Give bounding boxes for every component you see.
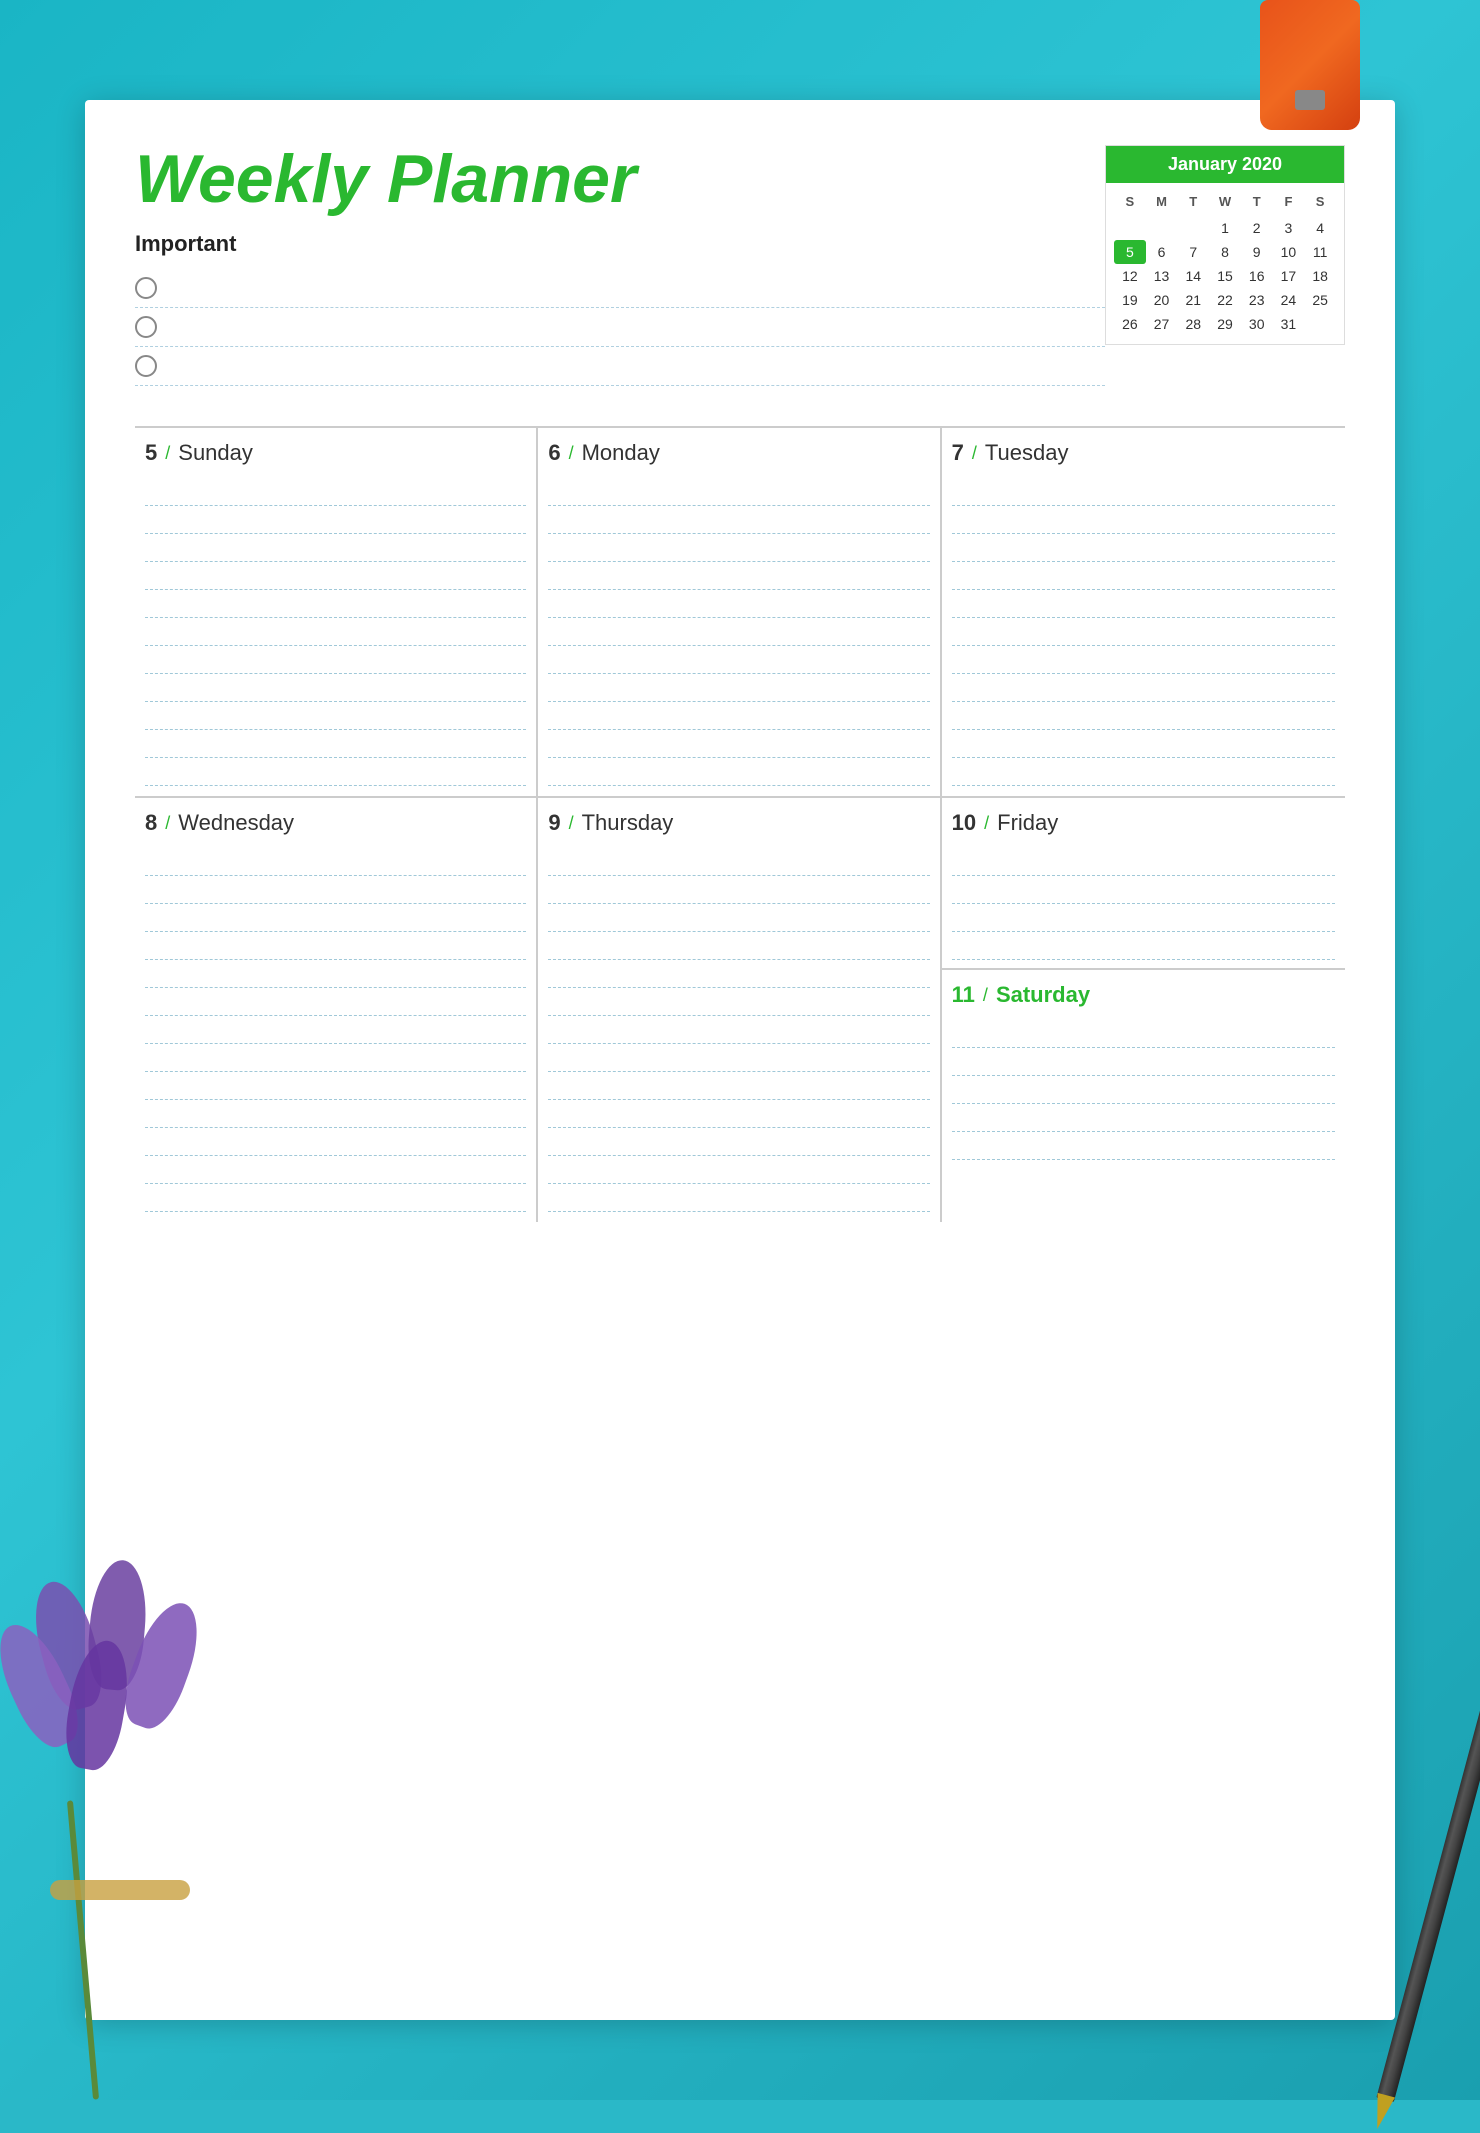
friday-lines xyxy=(952,848,1335,960)
cal-week-4: 19 20 21 22 23 24 25 xyxy=(1114,288,1336,312)
saturday-slash: / xyxy=(983,985,988,1006)
sunday-slash: / xyxy=(165,443,170,464)
saturday-header: 11 / Saturday xyxy=(952,982,1335,1008)
sunday-lines xyxy=(145,478,526,786)
day-friday-saturday-column: 10 / Friday 11 / Saturday xyxy=(942,798,1345,1222)
thursday-header: 9 / Thursday xyxy=(548,810,929,836)
day-sunday: 5 / Sunday xyxy=(135,428,538,796)
planner-header: Weekly Planner Important January xyxy=(135,145,1345,401)
wednesday-slash: / xyxy=(165,813,170,834)
monday-lines xyxy=(548,478,929,786)
tuesday-num: 7 xyxy=(952,440,964,466)
wednesday-num: 8 xyxy=(145,810,157,836)
day-monday: 6 / Monday xyxy=(538,428,941,796)
tuesday-slash: / xyxy=(972,443,977,464)
cal-label-t1: T xyxy=(1177,191,1209,212)
saturday-name: Saturday xyxy=(996,982,1090,1008)
friday-num: 10 xyxy=(952,810,976,836)
wednesday-name: Wednesday xyxy=(178,810,294,836)
cal-week-1: 1 2 3 4 xyxy=(1114,216,1336,240)
planner-page: Weekly Planner Important January xyxy=(85,100,1395,2020)
important-section: Important xyxy=(135,231,1105,386)
sunday-num: 5 xyxy=(145,440,157,466)
saturday-num: 11 xyxy=(952,982,975,1008)
monday-name: Monday xyxy=(582,440,660,466)
monday-slash: / xyxy=(569,443,574,464)
important-label: Important xyxy=(135,231,1105,257)
header-left: Weekly Planner Important xyxy=(135,145,1105,401)
wednesday-lines xyxy=(145,848,526,1212)
checkbox-1[interactable] xyxy=(135,277,157,299)
thursday-slash: / xyxy=(569,813,574,834)
cal-week-2: 5 6 7 8 9 10 11 xyxy=(1114,240,1336,264)
checkbox-row-2 xyxy=(135,308,1105,347)
cal-label-t2: T xyxy=(1241,191,1273,212)
sharpener-decoration xyxy=(1260,0,1360,130)
monday-num: 6 xyxy=(548,440,560,466)
friday-header: 10 / Friday xyxy=(952,810,1335,836)
cal-label-f: F xyxy=(1273,191,1305,212)
checkbox-list xyxy=(135,269,1105,386)
cal-label-w: W xyxy=(1209,191,1241,212)
checkbox-2[interactable] xyxy=(135,316,157,338)
cal-label-m: M xyxy=(1146,191,1178,212)
flowers-decoration xyxy=(0,1500,240,2100)
tuesday-name: Tuesday xyxy=(985,440,1069,466)
monday-header: 6 / Monday xyxy=(548,440,929,466)
wednesday-header: 8 / Wednesday xyxy=(145,810,526,836)
sunday-header: 5 / Sunday xyxy=(145,440,526,466)
days-top-row: 5 / Sunday 6 / Monday xyxy=(135,426,1345,796)
day-saturday: 11 / Saturday xyxy=(942,970,1345,1222)
calendar-grid: S M T W T F S 1 2 3 4 xyxy=(1106,183,1344,344)
cal-week-3: 12 13 14 15 16 17 18 xyxy=(1114,264,1336,288)
checkbox-3[interactable] xyxy=(135,355,157,377)
days-bottom-row: 8 / Wednesday 9 xyxy=(135,796,1345,1222)
calendar-day-labels: S M T W T F S xyxy=(1114,191,1336,212)
checkbox-row-1 xyxy=(135,269,1105,308)
day-thursday: 9 / Thursday xyxy=(538,798,941,1222)
friday-name: Friday xyxy=(997,810,1058,836)
page-title: Weekly Planner xyxy=(135,145,1105,213)
tuesday-header: 7 / Tuesday xyxy=(952,440,1335,466)
mini-calendar: January 2020 S M T W T F S 1 2 3 xyxy=(1105,145,1345,345)
thursday-num: 9 xyxy=(548,810,560,836)
tuesday-lines xyxy=(952,478,1335,786)
cal-label-s2: S xyxy=(1304,191,1336,212)
calendar-header: January 2020 xyxy=(1106,146,1344,183)
day-friday: 10 / Friday xyxy=(942,798,1345,970)
day-tuesday: 7 / Tuesday xyxy=(942,428,1345,796)
friday-slash: / xyxy=(984,813,989,834)
checkbox-row-3 xyxy=(135,347,1105,386)
cal-label-s1: S xyxy=(1114,191,1146,212)
saturday-lines xyxy=(952,1020,1335,1160)
thursday-lines xyxy=(548,848,929,1212)
day-wednesday: 8 / Wednesday xyxy=(135,798,538,1222)
sunday-name: Sunday xyxy=(178,440,253,466)
cal-week-5: 26 27 28 29 30 31 xyxy=(1114,312,1336,336)
thursday-name: Thursday xyxy=(582,810,674,836)
